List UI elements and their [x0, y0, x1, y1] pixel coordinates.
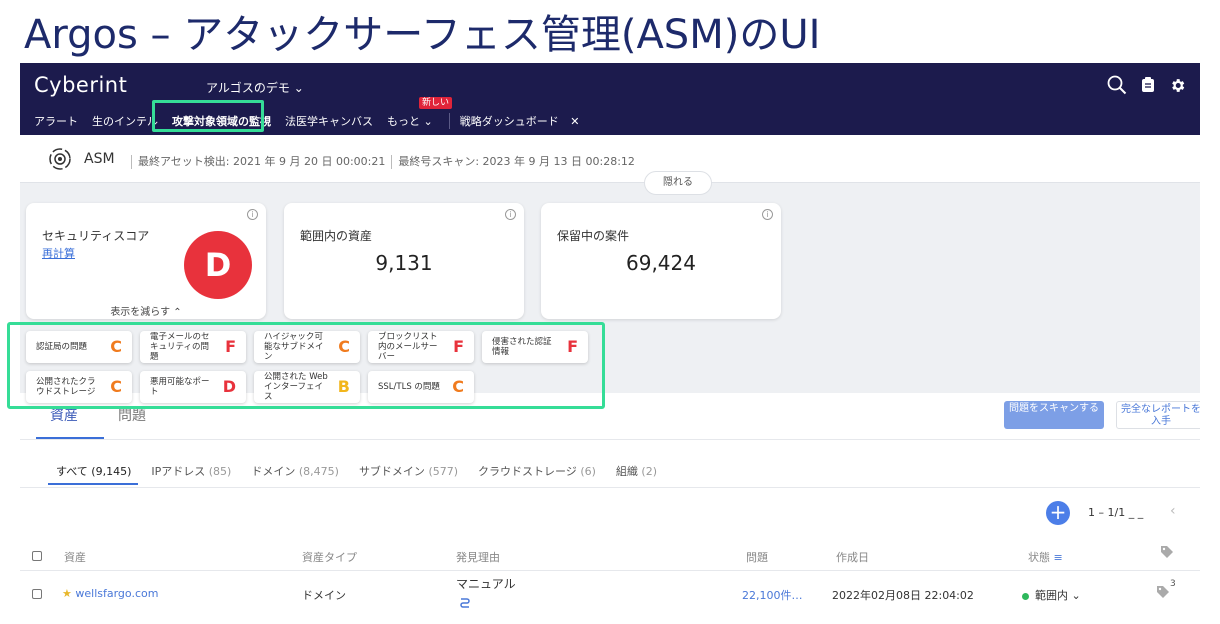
created-date-cell: 2022年02月08日 22:04:02 — [832, 589, 974, 602]
add-asset-button[interactable]: + — [1046, 501, 1070, 525]
tab-more[interactable]: もっと ⌄ 新しい — [387, 97, 453, 129]
clipboard-icon[interactable] — [1141, 77, 1155, 93]
gear-icon[interactable] — [1169, 77, 1186, 94]
workspace-selector[interactable]: アルゴスのデモ ⌄ — [206, 79, 304, 96]
last-scan: 最終号スキャン: 2023 年 9 月 13 日 00:28:12 — [398, 155, 635, 168]
hide-button[interactable]: 隠れる — [644, 171, 712, 195]
subtab-count: (577) — [428, 465, 459, 478]
subtab-count: (6) — [580, 465, 596, 478]
highlight-box-issues — [7, 322, 605, 409]
security-score-card: i セキュリティスコア 再計算 D 表示を減らす ⌃ — [26, 203, 266, 319]
subtab-domain[interactable]: ドメイン (8,475) — [251, 463, 339, 479]
subtab-label: クラウドストレージ — [478, 465, 577, 478]
table-row[interactable]: ★ wellsfargo.com ドメイン マニュアル 22,100件… 202… — [20, 573, 1200, 624]
pending-cases-card[interactable]: i 保留中の案件 69,424 — [541, 203, 781, 319]
status-dropdown[interactable]: 範囲内 ⌄ — [1022, 587, 1081, 603]
info-icon[interactable]: i — [762, 209, 773, 220]
info-icon[interactable]: i — [247, 209, 258, 220]
get-full-report-button[interactable]: 完全なレポートを入手 — [1116, 401, 1200, 429]
new-badge: 新しい — [419, 97, 453, 109]
assets-in-scope-card[interactable]: i 範囲内の資産 9,131 — [284, 203, 524, 319]
close-icon[interactable]: ✕ — [570, 115, 579, 128]
status-label: 範囲内 ⌄ — [1035, 589, 1081, 602]
meta-divider — [131, 155, 132, 169]
subtab-count: (85) — [208, 465, 232, 478]
tab-strategic-dashboard-label: 戦略ダッシュボード — [459, 115, 559, 128]
subtab-cloud-storage[interactable]: クラウドストレージ (6) — [478, 463, 596, 479]
col-status-label: 状態 — [1028, 551, 1050, 564]
logo[interactable]: Cyberint — [34, 73, 127, 97]
scan-issues-button[interactable]: 問題をスキャンする — [1004, 401, 1104, 429]
filter-icon[interactable]: ≡ — [1054, 551, 1063, 564]
scan-meta: 最終アセット検出: 2021 年 9 月 20 日 00:00:21 最終号スキャ… — [125, 153, 635, 169]
subtab-label: 組織 — [615, 465, 638, 478]
tab-strategic-dashboard[interactable]: 戦略ダッシュボード ✕ — [460, 113, 580, 129]
col-asset[interactable]: 資産 — [64, 549, 86, 565]
assets-in-scope-value: 9,131 — [375, 251, 433, 275]
tag-icon — [1160, 545, 1174, 562]
col-discovery-reason[interactable]: 発見理由 — [456, 549, 500, 565]
nav-tabs: アラート 生のインテル 攻撃対象領域の監視 法医学キャンバス もっと ⌄ 新しい… — [34, 97, 593, 129]
asset-cell: ★ wellsfargo.com — [62, 587, 158, 600]
security-score-title: セキュリティスコア — [42, 229, 150, 243]
security-grade-badge: D — [184, 231, 252, 299]
module-header: ASM 最終アセット検出: 2021 年 9 月 20 日 00:00:21 最終… — [20, 135, 1200, 183]
subtab-organization[interactable]: 組織 (2) — [616, 463, 657, 479]
col-asset-type[interactable]: 資産タイプ — [302, 549, 357, 565]
row-checkbox[interactable] — [32, 589, 42, 599]
radar-icon — [48, 147, 72, 175]
subtab-count: (9,145) — [91, 465, 132, 478]
col-status[interactable]: 状態 ≡ — [1028, 549, 1063, 565]
slide: Argos – アタックサーフェス管理(ASM)のUI Cyberint アルゴ… — [0, 0, 1220, 624]
divider — [20, 439, 1200, 440]
subtab-label: ドメイン — [251, 465, 296, 478]
subtab-all[interactable]: すべて (9,145) — [56, 463, 131, 479]
table-header: 資産 資産タイプ 発見理由 問題 作成日 状態 ≡ — [20, 541, 1200, 571]
subtab-count: (8,475) — [298, 465, 339, 478]
subtab-ip[interactable]: IPアドレス (85) — [151, 463, 231, 479]
asset-type-tabs: すべて (9,145) IPアドレス (85) ドメイン (8,475) サブド… — [56, 463, 677, 479]
subtab-label: IPアドレス — [151, 465, 206, 478]
tab-raw-intel[interactable]: 生のインテル — [92, 113, 158, 129]
tab-more-label: もっと ⌄ — [387, 115, 433, 128]
nav-divider — [448, 113, 450, 129]
status-dot-icon — [1022, 592, 1029, 600]
subtab-label: サブドメイン — [358, 465, 425, 478]
assets-panel: 資産 問題 問題をスキャンする 完全なレポートを入手 すべて (9,145) I… — [20, 393, 1200, 624]
active-subtab-indicator — [48, 483, 138, 485]
star-icon[interactable]: ★ — [62, 587, 72, 600]
show-less-toggle[interactable]: 表示を減らす ⌃ — [26, 303, 266, 318]
select-all-checkbox[interactable] — [32, 551, 42, 561]
link-chain-icon[interactable] — [458, 595, 472, 612]
meta-divider — [391, 155, 393, 169]
last-asset-detected: 最終アセット検出: 2021 年 9 月 20 日 00:00:21 — [138, 155, 386, 168]
pending-cases-value: 69,424 — [626, 251, 696, 275]
issues-count-link[interactable]: 22,100件… — [742, 587, 803, 603]
nav-icons — [1107, 75, 1186, 95]
subtab-count: (2) — [641, 465, 657, 478]
col-issues[interactable]: 問題 — [746, 549, 768, 565]
recalculate-link[interactable]: 再計算 — [42, 245, 75, 261]
top-navbar: Cyberint アルゴスのデモ ⌄ アラート 生のインテル 攻撃対象領域の監視… — [20, 63, 1200, 135]
assets-in-scope-title: 範囲内の資産 — [300, 229, 373, 243]
tab-alerts[interactable]: アラート — [34, 113, 78, 129]
pending-cases-title: 保留中の案件 — [557, 229, 630, 243]
highlight-box-tab — [152, 100, 264, 132]
chevron-left-icon[interactable]: ‹ — [1170, 503, 1176, 519]
pagination-range: 1 – 1/1 _ _ — [1088, 506, 1144, 519]
module-name: ASM — [84, 151, 115, 167]
info-icon[interactable]: i — [505, 209, 516, 220]
asset-link[interactable]: wellsfargo.com — [75, 587, 158, 600]
tag-icon[interactable] — [1156, 585, 1170, 602]
divider — [20, 487, 1200, 488]
subtab-label: すべて — [56, 465, 88, 478]
tab-forensic-canvas[interactable]: 法医学キャンバス — [285, 113, 373, 129]
page-title: Argos – アタックサーフェス管理(ASM)のUI — [24, 12, 821, 58]
search-icon[interactable] — [1107, 75, 1127, 95]
tag-count: 3 — [1170, 579, 1176, 589]
asset-type-cell: ドメイン — [302, 589, 346, 602]
subtab-subdomain[interactable]: サブドメイン (577) — [359, 463, 458, 479]
discovery-reason-cell: マニュアル — [456, 577, 516, 591]
col-created[interactable]: 作成日 — [836, 549, 869, 565]
